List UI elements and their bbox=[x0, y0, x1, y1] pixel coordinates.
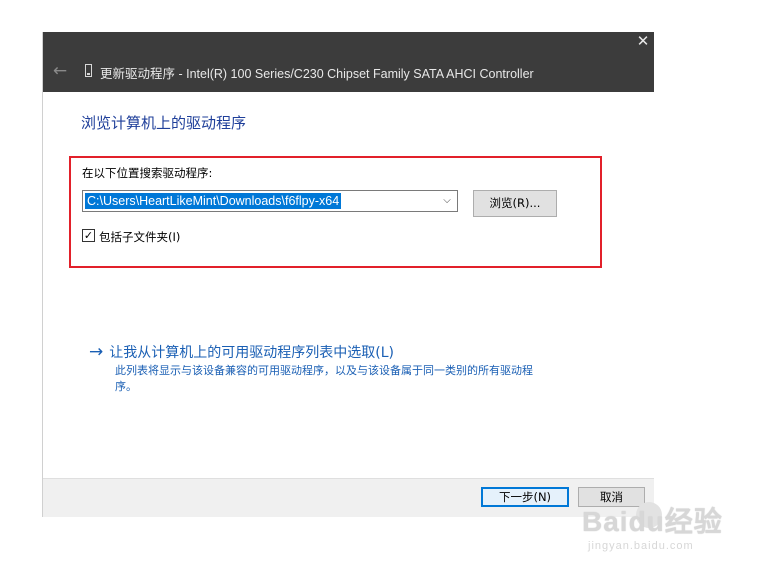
search-path-combobox[interactable]: C:\Users\HeartLikeMint\Downloads\f6flpy-… bbox=[82, 190, 458, 212]
window-title: 更新驱动程序 - Intel(R) 100 Series/C230 Chipse… bbox=[100, 67, 534, 81]
next-button[interactable]: 下一步(N) bbox=[481, 487, 569, 507]
back-arrow-icon[interactable]: ← bbox=[51, 62, 69, 80]
dialog-footer: 下一步(N) 取消 bbox=[43, 478, 654, 517]
include-subfolders-label[interactable]: 包括子文件夹(I) bbox=[99, 229, 180, 245]
pick-from-list-link[interactable]: → 让我从计算机上的可用驱动程序列表中选取(L) bbox=[89, 342, 394, 362]
baidu-watermark: Baidu经验 jingyan.baidu.com bbox=[582, 500, 752, 570]
browse-button[interactable]: 浏览(R)... bbox=[473, 190, 557, 217]
close-icon[interactable]: ✕ bbox=[633, 32, 653, 50]
chevron-down-icon[interactable]: ⌵ bbox=[439, 191, 455, 211]
arrow-right-icon: → bbox=[89, 342, 104, 362]
search-path-value[interactable]: C:\Users\HeartLikeMint\Downloads\f6flpy-… bbox=[85, 193, 342, 209]
update-driver-dialog: ← 更新驱动程序 - Intel(R) 100 Series/C230 Chip… bbox=[42, 32, 654, 517]
title-bar: ← 更新驱动程序 - Intel(R) 100 Series/C230 Chip… bbox=[43, 32, 654, 92]
include-subfolders-checkbox[interactable]: ✓ bbox=[82, 229, 95, 242]
pick-from-list-description: 此列表将显示与该设备兼容的可用驱动程序，以及与该设备属于同一类别的所有驱动程序。 bbox=[115, 364, 533, 393]
watermark-main: Baidu经验 bbox=[582, 506, 723, 537]
watermark-url: jingyan.baidu.com bbox=[588, 540, 694, 552]
pick-from-list-label[interactable]: 让我从计算机上的可用驱动程序列表中选取(L) bbox=[109, 345, 394, 361]
device-icon bbox=[85, 64, 92, 77]
search-location-label: 在以下位置搜索驱动程序: bbox=[82, 166, 213, 180]
page-heading: 浏览计算机上的驱动程序 bbox=[81, 114, 247, 132]
